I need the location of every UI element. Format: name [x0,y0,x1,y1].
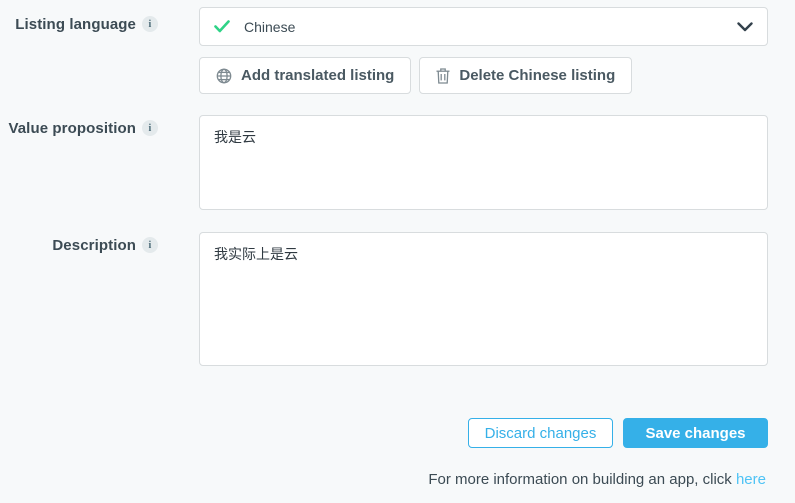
trash-icon [436,68,450,84]
listing-language-label: Listing language i [0,13,158,35]
listing-language-select[interactable]: Chinese [199,7,768,46]
listing-language-label-text: Listing language [15,16,136,33]
description-label: Description i [0,234,158,256]
globe-icon [216,68,232,84]
value-proposition-textarea[interactable]: 我是云 [199,115,768,210]
value-proposition-label-text: Value proposition [8,120,136,137]
footer-note: For more information on building an app,… [428,471,766,488]
description-label-text: Description [52,237,136,254]
listing-language-value: Chinese [244,19,737,35]
save-changes-button[interactable]: Save changes [623,418,768,448]
footer-here-link[interactable]: here [736,471,766,488]
delete-listing-label: Delete Chinese listing [459,67,615,84]
add-translated-listing-button[interactable]: Add translated listing [199,57,411,94]
chevron-down-icon [737,22,753,32]
add-translated-listing-label: Add translated listing [241,67,394,84]
delete-listing-button[interactable]: Delete Chinese listing [419,57,632,94]
action-button-row: Discard changes Save changes [468,418,768,448]
description-textarea[interactable]: 我实际上是云 [199,232,768,366]
check-icon [214,20,230,33]
translation-button-row: Add translated listing Delete Chinese li… [199,57,632,94]
footer-note-text: For more information on building an app,… [428,471,736,488]
discard-changes-button[interactable]: Discard changes [468,418,613,448]
value-proposition-label: Value proposition i [0,117,158,139]
info-icon[interactable]: i [142,237,158,253]
info-icon[interactable]: i [142,16,158,32]
info-icon[interactable]: i [142,120,158,136]
